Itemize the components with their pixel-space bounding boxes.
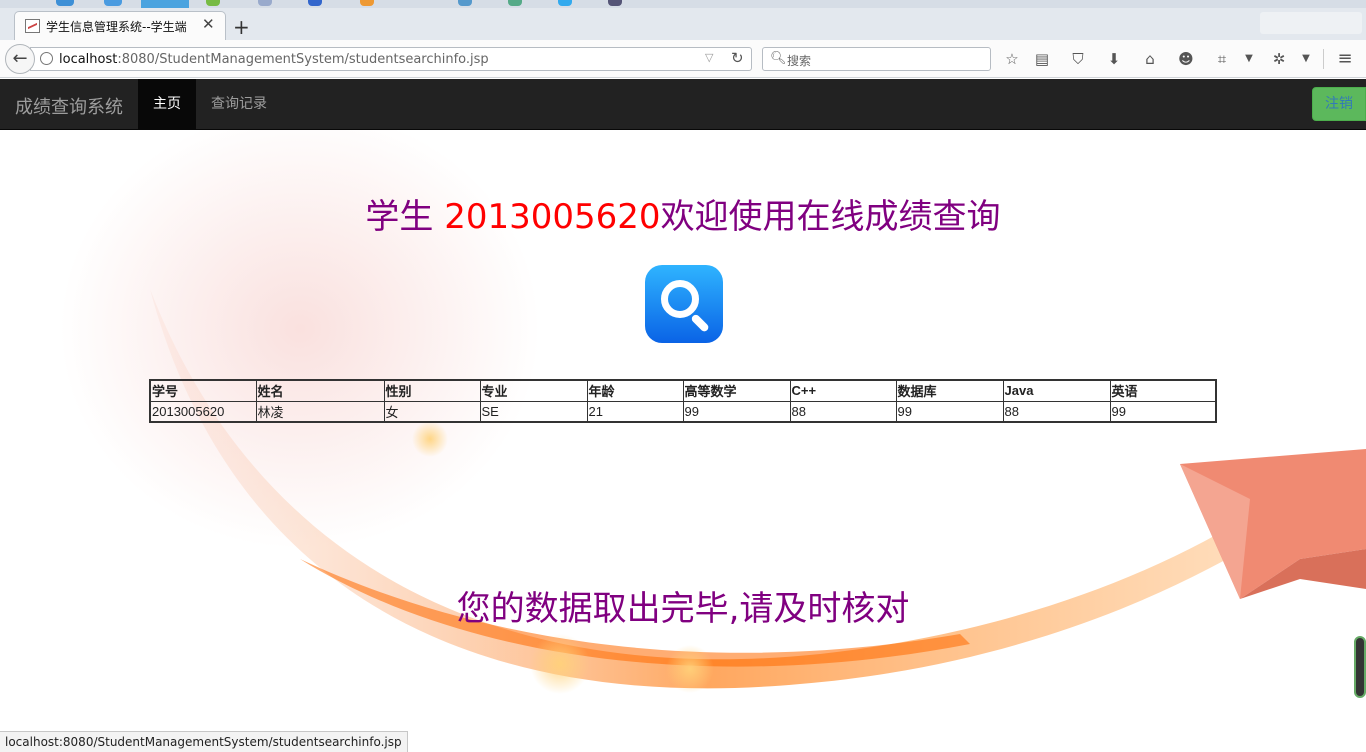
- taskbar-icon[interactable]: [206, 0, 220, 6]
- browser-tab[interactable]: 学生信息管理系统--学生端 ✕: [14, 11, 226, 40]
- taskbar-active-item[interactable]: [141, 0, 189, 8]
- search-app-icon[interactable]: [645, 265, 723, 343]
- taskbar-icon[interactable]: [104, 0, 122, 6]
- table-cell: 林凌: [255, 400, 385, 423]
- close-tab-icon[interactable]: ✕: [202, 15, 215, 33]
- search-input[interactable]: 🔍︎ 搜索: [762, 47, 991, 71]
- table-cell: 女: [383, 400, 481, 423]
- column-header: C++: [789, 379, 897, 402]
- footer-message: 您的数据取出完毕,请及时核对: [456, 589, 910, 629]
- scrollbar-thumb[interactable]: [1354, 636, 1366, 698]
- welcome-heading: 学生 2013005620欢迎使用在线成绩查询: [0, 189, 1366, 238]
- column-header: 学号: [149, 379, 257, 402]
- table-cell: 99: [1109, 400, 1217, 423]
- chevron-down-icon[interactable]: ▼: [1295, 48, 1317, 70]
- bookmark-star-icon[interactable]: ☆: [1001, 48, 1023, 70]
- table-cell: 99: [895, 400, 1004, 423]
- table-cell: 2013005620: [149, 400, 257, 423]
- address-url[interactable]: localhost:8080/StudentManagementSystem/s…: [59, 52, 489, 67]
- new-tab-button[interactable]: +: [233, 17, 250, 37]
- chevron-down-icon[interactable]: ▼: [1238, 48, 1260, 70]
- taskbar-icon[interactable]: [56, 0, 74, 6]
- menu-icon[interactable]: ≡: [1334, 48, 1356, 70]
- student-id: 2013005620: [444, 197, 661, 237]
- column-header: Java: [1002, 379, 1111, 402]
- column-header: 姓名: [255, 379, 385, 402]
- address-path: :8080/StudentManagementSystem/studentsea…: [117, 52, 489, 67]
- crop-icon[interactable]: ⌗: [1211, 48, 1233, 70]
- logout-button[interactable]: 注销: [1312, 87, 1366, 121]
- table-cell: SE: [479, 400, 588, 423]
- taskbar-icon[interactable]: [360, 0, 374, 6]
- chat-icon[interactable]: ☻: [1175, 48, 1197, 70]
- magnifier-ring: [661, 280, 699, 318]
- search-icon: 🔍︎: [770, 51, 787, 66]
- app-navbar: 成绩查询系统 主页 查询记录 注销: [0, 79, 1366, 130]
- address-host: localhost: [59, 52, 118, 67]
- status-bar-url: localhost:8080/StudentManagementSystem/s…: [0, 731, 408, 752]
- column-header: 专业: [479, 379, 588, 402]
- column-header: 高等数学: [682, 379, 791, 402]
- site-info-icon[interactable]: [40, 52, 53, 65]
- toolbar-divider: [1323, 49, 1324, 69]
- taskbar-icon[interactable]: [258, 0, 272, 6]
- welcome-suffix: 欢迎使用在线成绩查询: [660, 197, 1001, 237]
- taskbar-icon[interactable]: [508, 0, 522, 6]
- table-cell: 21: [586, 400, 684, 423]
- taskbar-icon[interactable]: [558, 0, 572, 6]
- search-placeholder: 搜索: [787, 54, 812, 68]
- pocket-icon[interactable]: ⛉: [1067, 48, 1089, 70]
- back-button[interactable]: ←: [5, 44, 35, 74]
- magnifier-handle: [690, 313, 710, 333]
- taskbar-icon[interactable]: [608, 0, 622, 6]
- reading-list-icon[interactable]: ▤: [1031, 48, 1053, 70]
- download-icon[interactable]: ⬇: [1103, 48, 1125, 70]
- addon-icon[interactable]: ✲: [1268, 48, 1290, 70]
- taskbar-icon[interactable]: [308, 0, 322, 6]
- page-favicon-icon: [25, 19, 40, 33]
- tab-title: 学生信息管理系统--学生端: [46, 20, 187, 34]
- address-bar[interactable]: localhost:8080/StudentManagementSystem/s…: [30, 47, 752, 71]
- home-icon[interactable]: ⌂: [1139, 48, 1161, 70]
- column-header: 性别: [383, 379, 481, 402]
- welcome-prefix: 学生: [365, 197, 445, 237]
- reload-icon[interactable]: ↻: [731, 49, 744, 67]
- nav-records-link[interactable]: 查询记录: [211, 79, 267, 129]
- taskbar-strip: [0, 0, 1366, 8]
- app-brand[interactable]: 成绩查询系统: [15, 93, 123, 119]
- table-row: 2013005620 林凌 女 SE 21 99 88 99 88 99: [149, 400, 1217, 423]
- table-header-row: 学号 姓名 性别 专业 年龄 高等数学 C++ 数据库 Java 英语: [149, 379, 1217, 402]
- scores-table: 学号 姓名 性别 专业 年龄 高等数学 C++ 数据库 Java 英语 2013…: [149, 379, 1217, 423]
- table-cell: 88: [789, 400, 897, 423]
- page-content: 成绩查询系统 主页 查询记录 注销 学生 2013005620欢迎使用在线成绩查…: [0, 79, 1366, 752]
- column-header: 数据库: [895, 379, 1004, 402]
- column-header: 英语: [1109, 379, 1217, 402]
- table-cell: 99: [682, 400, 791, 423]
- table-cell: 88: [1002, 400, 1111, 423]
- nav-home-link[interactable]: 主页: [138, 79, 196, 129]
- taskbar-icon[interactable]: [458, 0, 472, 6]
- browser-toolbar: localhost:8080/StudentManagementSystem/s…: [0, 40, 1366, 78]
- history-dropdown-icon[interactable]: ▽: [705, 51, 713, 64]
- column-header: 年龄: [586, 379, 684, 402]
- window-controls[interactable]: [1260, 12, 1362, 34]
- browser-tab-bar: 学生信息管理系统--学生端 ✕ +: [0, 8, 1366, 40]
